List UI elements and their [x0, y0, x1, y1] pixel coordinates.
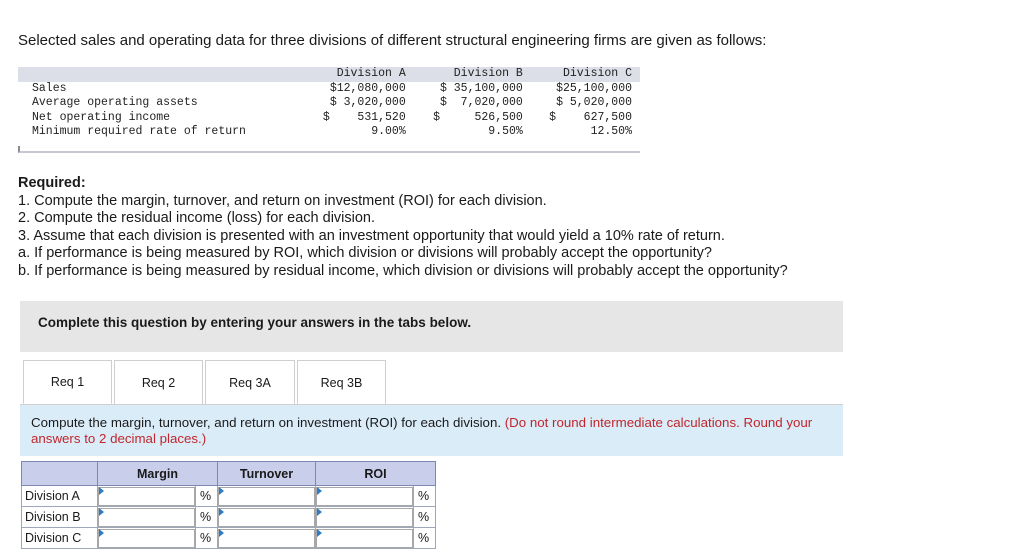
- cell: $25,100,000: [556, 81, 632, 95]
- cell: $ 526,500: [433, 110, 523, 124]
- required-line: b. If performance is being measured by r…: [18, 262, 788, 279]
- cell: $ 5,020,000: [556, 96, 632, 109]
- turnover-input-division-c[interactable]: [218, 528, 315, 548]
- required-line: 2. Compute the residual income (loss) fo…: [18, 210, 376, 226]
- answer-row-division-b: Division B % %: [21, 506, 436, 528]
- required-heading: Required:: [18, 175, 86, 191]
- intro-text: Selected sales and operating data for th…: [18, 32, 767, 49]
- cell: 9.50%: [488, 125, 523, 138]
- answer-header-row: Margin Turnover ROI: [21, 461, 436, 486]
- answer-row-division-a: Division A % %: [21, 485, 436, 507]
- answer-row-division-c: Division C % %: [21, 527, 436, 549]
- input-marker-icon: [317, 529, 322, 537]
- required-section: Required: 1. Compute the margin, turnove…: [18, 175, 788, 280]
- cell: $ 531,520: [322, 110, 406, 124]
- unit-label: %: [413, 527, 436, 549]
- margin-input-division-b[interactable]: [98, 507, 195, 527]
- input-marker-icon: [219, 487, 224, 495]
- cell: $12,080,000: [329, 81, 406, 95]
- header-division-b: Division B: [405, 67, 523, 82]
- table-bottom-border: [18, 146, 640, 153]
- unit-label: %: [195, 485, 218, 507]
- cell: 9.00%: [371, 125, 406, 138]
- banner-text: Complete this question by entering your …: [38, 315, 472, 330]
- row-label: Division A: [21, 485, 98, 507]
- col-header-turnover: Turnover: [217, 461, 316, 486]
- table-row: Net operating income $ 531,520 $ 526,500…: [18, 111, 640, 126]
- roi-input-division-b[interactable]: [316, 507, 413, 527]
- cell: $ 627,500: [549, 110, 632, 124]
- row-label: Minimum required rate of return: [32, 125, 246, 138]
- required-line: a. If performance is being measured by R…: [18, 245, 712, 261]
- instructions-banner: Complete this question by entering your …: [20, 301, 843, 352]
- required-line: 3. Assume that each division is presente…: [18, 227, 725, 244]
- tab-label: Req 1: [50, 375, 85, 389]
- roi-input-division-a[interactable]: [316, 486, 413, 506]
- tab-req-3a[interactable]: Req 3A: [205, 360, 295, 404]
- roi-input-division-c[interactable]: [316, 528, 413, 548]
- col-header-roi: ROI: [315, 461, 436, 486]
- input-marker-icon: [99, 529, 104, 537]
- row-label: Division C: [21, 527, 98, 549]
- unit-label: %: [195, 527, 218, 549]
- answer-grid: Margin Turnover ROI Division A % % Divis…: [21, 461, 436, 549]
- tab-label: Req 3A: [229, 375, 271, 390]
- input-marker-icon: [317, 487, 322, 495]
- tab-label: Req 3B: [320, 375, 363, 390]
- tab-req-2[interactable]: Req 2: [114, 360, 203, 404]
- tab-req-3b[interactable]: Req 3B: [297, 360, 386, 404]
- unit-label: %: [195, 506, 218, 528]
- table-row: Average operating assets $ 3,020,000 $ 7…: [18, 96, 640, 111]
- header-division-c: Division C: [522, 67, 640, 82]
- input-marker-icon: [317, 508, 322, 516]
- required-line: 1. Compute the margin, turnover, and ret…: [18, 192, 547, 209]
- row-label: Division B: [21, 506, 98, 528]
- turnover-input-division-b[interactable]: [218, 507, 315, 527]
- input-marker-icon: [219, 508, 224, 516]
- tab-label: Req 2: [141, 375, 176, 390]
- turnover-input-division-a[interactable]: [218, 486, 315, 506]
- row-label: Sales: [32, 81, 67, 95]
- tab-req-1[interactable]: Req 1: [23, 360, 112, 404]
- margin-input-division-a[interactable]: [98, 486, 195, 506]
- input-marker-icon: [219, 529, 224, 537]
- unit-label: %: [413, 485, 436, 507]
- instruction-text: Compute the margin, turnover, and return…: [31, 415, 502, 430]
- col-header-margin: Margin: [97, 461, 218, 486]
- cell: $ 3,020,000: [329, 96, 406, 109]
- header-division-a: Division A: [307, 67, 406, 82]
- unit-label: %: [413, 506, 436, 528]
- input-marker-icon: [99, 508, 104, 516]
- input-marker-icon: [99, 487, 104, 495]
- table-header-row: Division A Division B Division C: [18, 67, 640, 82]
- cell: $ 35,100,000: [439, 81, 523, 95]
- table-row: Minimum required rate of return 9.00% 9.…: [18, 125, 640, 140]
- cell: $ 7,020,000: [439, 96, 523, 109]
- cell: 12.50%: [590, 125, 632, 138]
- margin-input-division-c[interactable]: [98, 528, 195, 548]
- row-label: Net operating income: [32, 110, 171, 124]
- row-label: Average operating assets: [32, 96, 198, 109]
- instruction-box: Compute the margin, turnover, and return…: [20, 405, 843, 456]
- table-row: Sales $12,080,000 $ 35,100,000 $25,100,0…: [18, 82, 640, 97]
- sales-data-table: Division A Division B Division C Sales $…: [18, 67, 640, 140]
